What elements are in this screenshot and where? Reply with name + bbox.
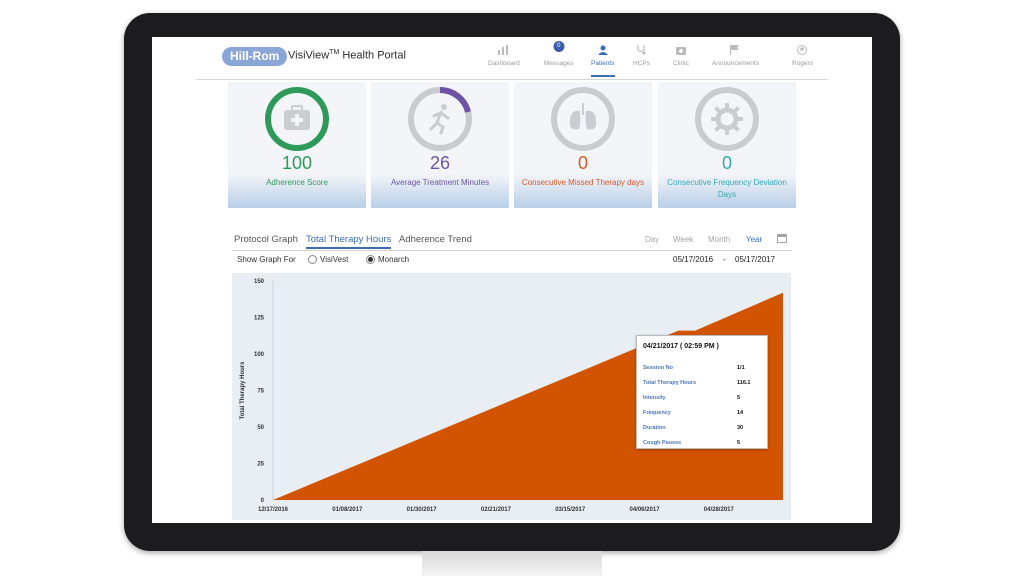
flag-icon	[728, 43, 742, 57]
frequency-deviation-label: Consecutive Frequency Deviation Days	[667, 178, 787, 199]
messages-count-badge: 0	[553, 41, 565, 52]
nav-announcements[interactable]: Announcements	[712, 43, 759, 75]
treatment-minutes-value: 26	[429, 153, 451, 173]
adherence-score-value: 100	[281, 153, 313, 173]
x-tick-label: 04/06/2017	[630, 507, 661, 513]
show-graph-for-label: Show Graph For	[237, 255, 296, 264]
nav-dashboard[interactable]: Dashboard	[488, 43, 520, 75]
tooltip-row-label: Session No	[643, 365, 673, 371]
hill-rom-logo[interactable]: Hill-Rom	[222, 47, 288, 66]
date-range-separator: -	[723, 255, 726, 264]
y-tick-label: 75	[257, 389, 264, 395]
tab-total-therapy-hours[interactable]: Total Therapy Hours	[306, 234, 392, 249]
tooltip-row-value: 30	[737, 425, 744, 431]
nav-label: Messages	[544, 60, 574, 67]
graph-tabs-row: Protocol Graph Total Therapy Hours Adher…	[232, 230, 792, 251]
y-axis-label: Total Therapy Hours	[240, 361, 246, 420]
tooltip-row-label: Total Therapy Hours	[643, 380, 697, 386]
x-tick-label: 01/30/2017	[407, 507, 438, 513]
nav-label: Rogers	[792, 60, 813, 67]
nav-clinic[interactable]: Clinic	[673, 43, 689, 75]
patient-icon	[596, 43, 610, 57]
clinic-icon	[674, 43, 688, 57]
frequency-deviation-value: 0	[721, 153, 732, 173]
radio-monarch-label: Monarch	[378, 255, 410, 264]
x-tick-label: 03/15/2017	[555, 507, 586, 513]
stat-card-adherence: 100 Adherence Score	[228, 82, 366, 208]
period-day[interactable]: Day	[645, 235, 659, 244]
nav-messages[interactable]: 0 Messages	[544, 41, 574, 75]
adherence-ring	[265, 87, 329, 151]
message-icon: 0	[552, 41, 566, 57]
y-tick-label: 25	[257, 462, 264, 468]
chart-tooltip: 04/21/2017 ( 02:59 PM ) Session No 1/1 T…	[636, 335, 768, 449]
tooltip-row-value: 14	[737, 410, 744, 416]
frequency-deviation-ring	[695, 87, 759, 151]
adherence-score-label: Adherence Score	[266, 178, 328, 187]
x-tick-label: 01/08/2017	[332, 507, 363, 513]
date-range-from[interactable]: 05/17/2016	[673, 255, 713, 264]
portal-title-main: VisiView	[288, 49, 330, 62]
tab-protocol-graph[interactable]: Protocol Graph	[234, 234, 298, 245]
nav-rogers[interactable]: Rogers	[792, 43, 813, 75]
nav-label: Clinic	[673, 60, 689, 67]
nav-patients[interactable]: Patients	[591, 43, 615, 77]
radio-visivest-label: VisiVest	[320, 255, 349, 264]
trademark-sup: TM	[329, 49, 340, 56]
nav-hcps[interactable]: HCPs	[633, 43, 650, 75]
tooltip-row-value: 116.1	[737, 380, 751, 386]
tab-adherence-trend[interactable]: Adherence Trend	[399, 234, 472, 245]
treatment-minutes-label: Average Treatment Minutes	[390, 178, 490, 187]
calendar-icon[interactable]	[777, 233, 787, 245]
nav-label: Announcements	[712, 60, 759, 67]
nav-label: Dashboard	[488, 60, 520, 67]
x-tick-label: 02/21/2017	[481, 507, 512, 513]
x-tick-label: 04/28/2017	[704, 507, 735, 513]
radio-monarch[interactable]	[366, 255, 375, 264]
missed-therapy-ring	[551, 87, 615, 151]
radio-visivest[interactable]	[308, 255, 317, 264]
portal-title: VisiViewTM Health Portal	[288, 49, 406, 62]
tooltip-row-label: Intensity	[643, 395, 666, 401]
stat-card-missed-therapy: 0 Consecutive Missed Therapy days	[514, 82, 652, 208]
gear-icon	[711, 103, 743, 135]
nav-label: HCPs	[633, 60, 650, 67]
runner-icon	[429, 104, 450, 135]
y-tick-label: 0	[261, 498, 265, 504]
y-tick-label: 100	[254, 352, 265, 358]
tooltip-row-label: Cough Pauses	[643, 440, 682, 446]
tooltip-row-label: Duration	[643, 425, 666, 431]
user-icon	[795, 43, 809, 57]
y-tick-label: 50	[257, 425, 264, 431]
nav-label: Patients	[591, 60, 615, 67]
tooltip-row-value: 1/1	[737, 365, 745, 371]
y-tick-label: 150	[254, 279, 265, 285]
portal-title-rest: Health Portal	[339, 49, 406, 62]
period-year[interactable]: Year	[746, 235, 762, 244]
monitor-stand	[422, 551, 602, 576]
monitor-frame: Hill-Rom VisiViewTM Health Portal Dashbo…	[124, 13, 900, 551]
tooltip-title: 04/21/2017 ( 02:59 PM )	[643, 343, 719, 350]
stat-card-treatment-minutes: 26 Average Treatment Minutes	[371, 82, 509, 208]
date-range-to[interactable]: 05/17/2017	[735, 255, 775, 264]
tooltip-row-value: 5	[737, 440, 741, 446]
period-week[interactable]: Week	[673, 235, 693, 244]
period-month[interactable]: Month	[708, 235, 730, 244]
bar-chart-icon	[497, 43, 511, 57]
treatment-minutes-ring	[408, 87, 472, 151]
lungs-icon	[569, 103, 597, 130]
screen: Hill-Rom VisiViewTM Health Portal Dashbo…	[152, 37, 872, 523]
y-tick-label: 125	[254, 316, 265, 322]
tooltip-row-label: Frequency	[643, 410, 671, 416]
tooltip-row-value: 5	[737, 395, 741, 401]
missed-therapy-value: 0	[577, 153, 588, 173]
x-tick-label: 12/17/2016	[258, 507, 289, 513]
missed-therapy-label: Consecutive Missed Therapy days	[521, 178, 645, 187]
top-header: Hill-Rom VisiViewTM Health Portal Dashbo…	[196, 37, 828, 80]
stethoscope-icon	[634, 43, 648, 57]
stat-card-frequency-deviation: 0 Consecutive Frequency Deviation Days	[658, 82, 796, 208]
